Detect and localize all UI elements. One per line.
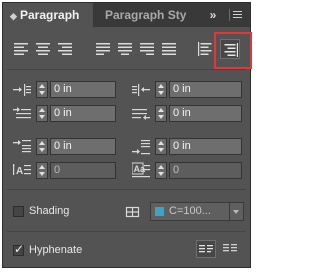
align-right-icon	[58, 43, 72, 55]
align-center-button[interactable]	[33, 39, 53, 59]
tab-paragraph-styles-label: Paragraph Styles	[105, 8, 187, 22]
hyphenate-label: Hyphenate	[29, 244, 83, 256]
drop-cap-chars-input[interactable]: 0	[169, 162, 242, 179]
shading-color-dropdown[interactable]: C=100...	[150, 202, 244, 221]
align-left-button[interactable]	[11, 39, 31, 59]
last-line-indent-stepper[interactable]	[155, 105, 167, 122]
align-center-icon	[36, 43, 50, 55]
align-right-button[interactable]	[55, 39, 75, 59]
last-line-indent-input[interactable]: 0 in	[169, 105, 242, 122]
paragraph-shading-border-icon[interactable]	[125, 204, 141, 220]
space-before-stepper[interactable]	[36, 138, 48, 155]
justify-last-right-button[interactable]	[137, 39, 157, 59]
space-after-stepper[interactable]	[155, 138, 167, 155]
align-towards-spine-button[interactable]	[195, 39, 215, 59]
align-to-baseline-grid-icon	[223, 244, 237, 252]
drop-cap-lines-stepper[interactable]	[36, 162, 48, 179]
tab-paragraph-styles[interactable]: Paragraph Styles	[93, 3, 187, 27]
shading-color-swatch	[155, 207, 164, 216]
right-indent-stepper[interactable]	[155, 81, 167, 98]
justify-last-center-button[interactable]	[115, 39, 135, 59]
shading-label: Shading	[29, 205, 70, 217]
panel-menu-icon[interactable]	[229, 8, 243, 22]
chevron-down-icon[interactable]	[229, 203, 243, 220]
divider	[7, 69, 246, 70]
shading-color-value: C=100...	[169, 205, 211, 217]
first-line-indent-stepper[interactable]	[36, 105, 48, 122]
last-line-indent-icon	[132, 106, 150, 122]
shading-checkbox[interactable]	[13, 206, 24, 217]
align-to-baseline-grid-button[interactable]	[221, 240, 241, 258]
justify-all-icon	[162, 43, 176, 55]
space-before-input[interactable]: 0 in	[50, 138, 116, 155]
left-indent-stepper[interactable]	[36, 81, 48, 98]
hyphenate-checkbox[interactable]	[13, 242, 24, 256]
tab-paragraph[interactable]: ◆ Paragraph	[3, 3, 93, 27]
paragraph-panel: ◆Paragraph Paragraph Styles »	[2, 2, 252, 268]
align-left-icon	[14, 43, 28, 55]
divider	[7, 189, 246, 190]
svg-text:A: A	[16, 166, 23, 177]
justify-all-button[interactable]	[159, 39, 179, 59]
do-not-align-to-grid-button[interactable]	[196, 240, 216, 258]
left-indent-icon	[13, 82, 31, 98]
drop-cap-chars-stepper[interactable]	[155, 162, 167, 179]
right-indent-input[interactable]: 0 in	[169, 81, 242, 98]
space-before-icon	[13, 139, 31, 155]
tab-paragraph-label: Paragraph	[20, 8, 80, 22]
drop-cap-chars-icon: Aa	[131, 162, 150, 178]
first-line-indent-icon	[13, 106, 31, 122]
space-after-input[interactable]: 0 in	[169, 138, 242, 155]
drop-cap-lines-input[interactable]: 0	[50, 162, 116, 179]
right-indent-icon	[132, 82, 150, 98]
justify-last-left-icon	[96, 43, 110, 55]
justify-last-right-icon	[140, 43, 154, 55]
align-towards-spine-icon	[198, 42, 212, 56]
align-to-baseline-grid-off-icon	[199, 245, 213, 253]
highlight-outline	[214, 32, 252, 69]
tab-options-chevron-icon: ◆	[10, 11, 17, 21]
first-line-indent-input[interactable]: 0 in	[50, 105, 116, 122]
panel-tab-bar: ◆Paragraph Paragraph Styles »	[3, 3, 250, 27]
divider	[7, 231, 246, 232]
collapse-panel-button[interactable]: »	[205, 7, 221, 23]
left-indent-input[interactable]: 0 in	[50, 81, 116, 98]
drop-cap-lines-icon: A	[12, 162, 31, 178]
justify-last-left-button[interactable]	[93, 39, 113, 59]
justify-last-center-icon	[118, 43, 132, 55]
space-after-icon	[132, 139, 150, 155]
